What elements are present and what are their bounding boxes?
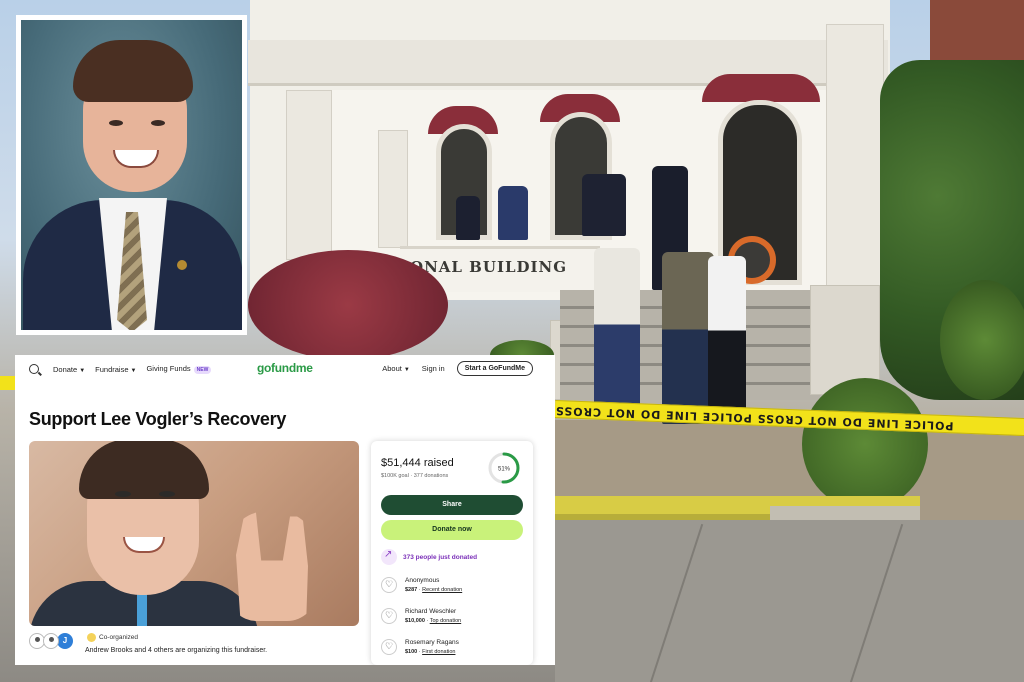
goal-text: $100K goal · 377 donations (381, 473, 449, 479)
hair (73, 40, 193, 102)
co-organized-icon (87, 633, 96, 642)
donation-item: Rosemary Ragans $100 · First donation (381, 639, 459, 655)
donation-amount: $10,000 (405, 618, 425, 624)
window-arch (702, 74, 820, 102)
police-officer (582, 174, 626, 236)
nav-right: About ▼ Sign in Start a GoFundMe (382, 361, 533, 376)
donor-name: Anonymous (405, 577, 440, 584)
avatar: J (57, 633, 73, 649)
progress-ring: 51% (488, 452, 520, 484)
progress-percent: 51% (498, 467, 511, 473)
chevron-down-icon: ▼ (130, 367, 137, 374)
donation-type-link[interactable]: Top donation (430, 618, 462, 624)
portrait-photo (21, 20, 242, 330)
organizer-avatars[interactable]: J (29, 633, 73, 649)
donation-type-link[interactable]: Recent donation (422, 587, 462, 593)
porch-pillar (378, 130, 408, 248)
eye (151, 120, 165, 126)
organizer-text: Andrew Brooks and 4 others are organizin… (85, 647, 268, 654)
search-icon[interactable] (29, 364, 39, 374)
nav-fundraise[interactable]: Fundraise ▼ (95, 365, 136, 374)
sidewalk (555, 520, 1024, 682)
user-icon (43, 633, 59, 649)
person (456, 196, 480, 240)
donate-now-button[interactable]: Donate now (381, 520, 523, 540)
donation-meta: $100 · First donation (405, 649, 456, 655)
porch-pillar (286, 90, 332, 260)
donation-card: $51,444 raised $100K goal · 377 donation… (371, 441, 533, 665)
just-donated-text: 373 people just donated (403, 553, 478, 561)
green-shrub (940, 280, 1024, 400)
chevron-down-icon: ▼ (79, 367, 86, 374)
nav-about[interactable]: About ▼ (382, 364, 410, 373)
chevron-down-icon: ▼ (403, 367, 410, 373)
donation-amount: $287 (405, 587, 418, 593)
new-badge: NEW (193, 366, 212, 374)
sidewalk-joint (848, 523, 904, 682)
fundraiser-photo (29, 441, 359, 626)
eye (109, 120, 123, 126)
green-shrub (802, 378, 928, 510)
donation-item: Anonymous $287 · Recent donation (381, 577, 462, 593)
co-organized-label: Co-organized (99, 634, 139, 641)
nav-fundraise-label: Fundraise (95, 364, 129, 374)
eye (159, 491, 175, 497)
fundraiser-title: Support Lee Vogler’s Recovery (29, 409, 287, 429)
nav-about-label: About (382, 364, 402, 373)
porch-pillar (826, 24, 884, 294)
donation-amount: $100 (405, 649, 418, 655)
hair (79, 441, 209, 499)
portrait-inset (16, 15, 247, 335)
gofundme-nav: Donate ▼ Fundraise ▼ Giving Funds NEW gofun… (15, 355, 555, 383)
heart-icon (381, 577, 397, 593)
donation-meta: $287 · Recent donation (405, 587, 463, 593)
red-shrub (248, 250, 448, 360)
amount-raised: $51,444 raised (381, 457, 454, 469)
heart-icon (381, 639, 397, 655)
gofundme-logo[interactable]: gofundme (257, 361, 313, 375)
detective (708, 256, 746, 422)
nav-left: Donate ▼ Fundraise ▼ Giving Funds NEW (29, 364, 212, 374)
donation-meta: $10,000 · Top donation (405, 618, 462, 624)
lapel-pin (177, 260, 187, 270)
donor-name: Richard Weschler (405, 608, 457, 615)
donation-item: Richard Weschler $10,000 · Top donation (381, 608, 461, 624)
donor-name: Rosemary Ragans (405, 639, 459, 646)
sign-in-link[interactable]: Sign in (422, 364, 445, 373)
nav-donate-label: Donate (53, 364, 78, 374)
building-sign: ONAL BUILDING (410, 258, 568, 276)
gofundme-screenshot: Donate ▼ Fundraise ▼ Giving Funds NEW gofun… (15, 355, 555, 665)
share-button[interactable]: Share (381, 495, 523, 515)
recent-activity: 373 people just donated (381, 549, 477, 565)
hand-gesture (236, 511, 308, 621)
trending-icon (381, 549, 397, 565)
heart-icon (381, 608, 397, 624)
man-in-tshirt (662, 252, 714, 424)
man-in-striped-shirt (594, 248, 640, 418)
eye (115, 491, 131, 497)
nav-donate[interactable]: Donate ▼ (53, 365, 85, 374)
co-organized-badge: Co-organized (87, 633, 138, 642)
nav-giving-funds[interactable]: Giving Funds NEW (146, 364, 212, 374)
nav-giving-funds-label: Giving Funds (146, 364, 191, 373)
sidewalk-joint (648, 523, 704, 682)
start-gofundme-button[interactable]: Start a GoFundMe (456, 361, 533, 376)
donation-type-link[interactable]: First donation (422, 649, 455, 655)
person (498, 186, 528, 240)
